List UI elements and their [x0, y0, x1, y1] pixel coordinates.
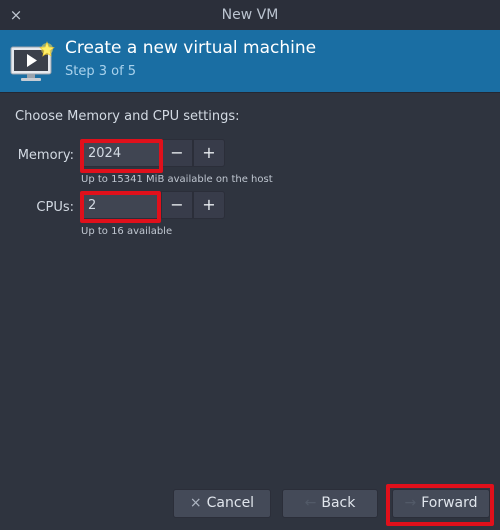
memory-hint: Up to 15341 MiB available on the host [81, 174, 273, 185]
close-icon: × [189, 495, 202, 511]
forward-button[interactable]: → Forward [392, 489, 490, 518]
cpus-decrement-button[interactable]: − [161, 191, 193, 219]
window-title: New VM [221, 7, 279, 23]
back-button[interactable]: ← Back [282, 489, 378, 518]
wizard-title: Create a new virtual machine [65, 38, 317, 58]
cancel-button[interactable]: × Cancel [173, 489, 271, 518]
cancel-label: Cancel [206, 495, 255, 511]
memory-increment-button[interactable]: + [193, 139, 225, 167]
settings-panel: Choose Memory and CPU settings: Memory: … [0, 92, 500, 530]
cpus-increment-button[interactable]: + [193, 191, 225, 219]
arrow-left-icon: ← [304, 495, 317, 511]
arrow-right-icon: → [404, 495, 417, 511]
cpus-hint: Up to 16 available [81, 226, 173, 237]
cpus-input[interactable] [81, 191, 161, 219]
memory-decrement-button[interactable]: − [161, 139, 193, 167]
title-bar: × New VM [0, 0, 500, 30]
wizard-header: Create a new virtual machine Step 3 of 5 [0, 30, 500, 92]
wizard-step-indicator: Step 3 of 5 [65, 64, 137, 79]
cpus-label: CPUs: [36, 200, 74, 215]
virtual-machine-icon [10, 41, 55, 81]
forward-label: Forward [421, 495, 478, 511]
back-label: Back [321, 495, 356, 511]
memory-input[interactable] [81, 139, 161, 167]
memory-label: Memory: [17, 148, 74, 163]
settings-heading: Choose Memory and CPU settings: [15, 109, 240, 124]
